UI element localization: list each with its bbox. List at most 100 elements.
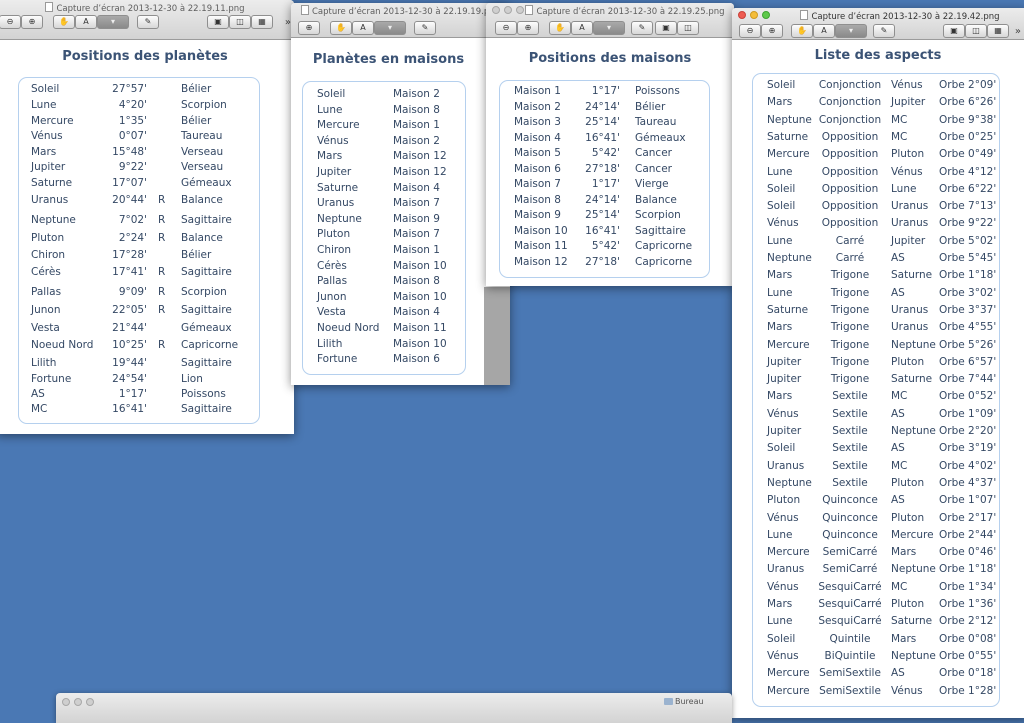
- degree-value: 16°41': [585, 224, 620, 237]
- text-tool-button[interactable]: A: [813, 24, 835, 38]
- orb-value: Orbe 7°13': [939, 200, 997, 213]
- minimize-button[interactable]: [74, 698, 82, 706]
- degree-value: 24°54': [112, 373, 147, 385]
- table-row: Jupiter 9°22' Verseau: [19, 161, 259, 177]
- planet-name: Pluton: [31, 232, 65, 244]
- planet-name: Saturne: [31, 177, 73, 189]
- aspect-type: Conjonction: [818, 79, 882, 91]
- window-titlebar[interactable]: Capture d’écran 2013-12-30 à 22.19.19.pn…: [291, 3, 510, 38]
- table-row: Saturne 17°07' Gémeaux: [19, 177, 259, 193]
- table-row: Uranus Sextile MC Orbe 4°02': [753, 460, 999, 476]
- aspect-type: SemiSextile: [819, 667, 881, 680]
- selection-tool-button[interactable]: ▾: [97, 15, 129, 29]
- zoom-in-button[interactable]: ⊕: [761, 24, 783, 38]
- hand-tool-button[interactable]: ✋: [791, 24, 813, 38]
- orb-value: Orbe 2°09': [939, 79, 997, 91]
- planet-a: Pluton: [767, 494, 801, 507]
- zodiac-sign: Balance: [181, 232, 223, 244]
- house-positions-table: Maison 1 1°17' Poissons Maison 2 24°14' Bélie…: [499, 80, 710, 278]
- aspect-type: Quintile: [829, 632, 871, 645]
- selection-tool-button[interactable]: ▾: [593, 21, 625, 35]
- table-row: Vénus Sextile AS Orbe 1°09': [753, 408, 999, 424]
- house-name: Maison 3: [514, 116, 561, 128]
- hand-tool-button[interactable]: ✋: [53, 15, 75, 29]
- text-tool-button[interactable]: A: [75, 15, 97, 29]
- retrograde-mark: R: [158, 304, 166, 316]
- hand-tool-button[interactable]: ✋: [549, 21, 571, 35]
- view-sidebar-button[interactable]: ◫: [229, 15, 251, 29]
- finder-window[interactable]: Bureau: [56, 693, 732, 723]
- minimize-button[interactable]: [750, 11, 758, 19]
- hand-tool-button[interactable]: ✋: [330, 21, 352, 35]
- close-button[interactable]: [62, 698, 70, 706]
- table-row: Pallas 9°09' R Scorpion: [19, 286, 259, 302]
- planet-name: Vénus: [31, 130, 63, 142]
- planet-b: Neptune: [891, 425, 936, 437]
- aspect-type: Trigone: [830, 373, 870, 386]
- house-name: Maison 6: [393, 353, 440, 366]
- degree-value: 17°07': [112, 177, 147, 189]
- zodiac-sign: Balance: [181, 194, 223, 206]
- table-row: Junon Maison 10: [303, 291, 465, 307]
- view-sidebar-button[interactable]: ◫: [677, 21, 699, 35]
- house-name: Maison 4: [514, 131, 561, 144]
- planet-a: Uranus: [767, 459, 805, 472]
- preview-window-planets-in-houses[interactable]: Capture d’écran 2013-12-30 à 22.19.19.pn…: [291, 3, 510, 385]
- aspect-type: Quinconce: [822, 494, 878, 507]
- view-single-button[interactable]: ▣: [655, 21, 677, 35]
- window-titlebar[interactable]: Capture d’écran 2013-12-30 à 22.19.11.pn…: [0, 0, 294, 40]
- zoom-out-button[interactable]: ⊖: [495, 21, 517, 35]
- aspect-type: Sextile: [832, 442, 868, 455]
- zoom-out-button[interactable]: ⊖: [0, 15, 21, 29]
- planet-positions-table: Soleil 27°57' Bélier Lune 4°20' Scorpion Mercu…: [18, 77, 260, 424]
- close-button[interactable]: [492, 6, 500, 14]
- selection-tool-button[interactable]: ▾: [374, 21, 406, 35]
- toolbar-overflow-button[interactable]: »: [1015, 26, 1021, 37]
- zoom-in-button[interactable]: ⊕: [21, 15, 43, 29]
- zodiac-sign: Capricorne: [635, 255, 693, 268]
- annotate-pencil-button[interactable]: ✎: [631, 21, 653, 35]
- preview-window-aspects-list[interactable]: Capture d’écran 2013-12-30 à 22.19.42.pn…: [732, 8, 1024, 718]
- planet-a: Neptune: [767, 113, 812, 126]
- text-tool-button[interactable]: A: [352, 21, 374, 35]
- table-row: Uranus Maison 7: [303, 197, 465, 213]
- preview-window-planet-positions[interactable]: Capture d’écran 2013-12-30 à 22.19.11.pn…: [0, 0, 294, 434]
- zoom-button[interactable]: [86, 698, 94, 706]
- orb-value: Orbe 1°18': [939, 563, 997, 576]
- degree-value: 15°48': [112, 146, 147, 158]
- aspect-type: Conjonction: [818, 113, 882, 126]
- aspect-type: Opposition: [821, 182, 879, 195]
- annotate-pencil-button[interactable]: ✎: [137, 15, 159, 29]
- planet-a: Lune: [767, 234, 793, 247]
- selection-tool-button[interactable]: ▾: [835, 24, 867, 38]
- preview-window-house-positions[interactable]: Capture d’écran 2013-12-30 à 22.19.25.pn…: [486, 3, 734, 286]
- table-row: Vénus Quinconce Pluton Orbe 2°17': [753, 512, 999, 528]
- zoom-in-button[interactable]: ⊕: [298, 21, 320, 35]
- degree-value: 10°25': [112, 339, 147, 351]
- planet-b: AS: [891, 667, 905, 680]
- table-row: Noeud Nord 10°25' R Capricorne: [19, 339, 259, 355]
- aspect-type: Carré: [835, 234, 865, 247]
- window-titlebar[interactable]: Capture d’écran 2013-12-30 à 22.19.25.pn…: [486, 3, 734, 38]
- text-tool-button[interactable]: A: [571, 21, 593, 35]
- close-button[interactable]: [738, 11, 746, 19]
- view-single-button[interactable]: ▣: [207, 15, 229, 29]
- minimize-button[interactable]: [504, 6, 512, 14]
- zoom-in-button[interactable]: ⊕: [517, 21, 539, 35]
- view-single-button[interactable]: ▣: [943, 24, 965, 38]
- annotate-pencil-button[interactable]: ✎: [414, 21, 436, 35]
- zoom-button[interactable]: [762, 11, 770, 19]
- aspect-type: SesquiCarré: [818, 598, 882, 610]
- view-thumbnails-button[interactable]: ▦: [987, 24, 1009, 38]
- window-titlebar[interactable]: Capture d’écran 2013-12-30 à 22.19.42.pn…: [732, 8, 1024, 40]
- degree-value: 4°20': [118, 99, 147, 111]
- table-row: Mars Maison 12: [303, 150, 465, 166]
- house-name: Maison 10: [514, 224, 568, 237]
- zoom-out-button[interactable]: ⊖: [739, 24, 761, 38]
- annotate-pencil-button[interactable]: ✎: [873, 24, 895, 38]
- table-row: Lune Quinconce Mercure Orbe 2°44': [753, 529, 999, 545]
- view-thumbnails-button[interactable]: ▦: [251, 15, 273, 29]
- planet-name: Noeud Nord: [317, 322, 380, 334]
- table-row: Lune 4°20' Scorpion: [19, 99, 259, 115]
- view-sidebar-button[interactable]: ◫: [965, 24, 987, 38]
